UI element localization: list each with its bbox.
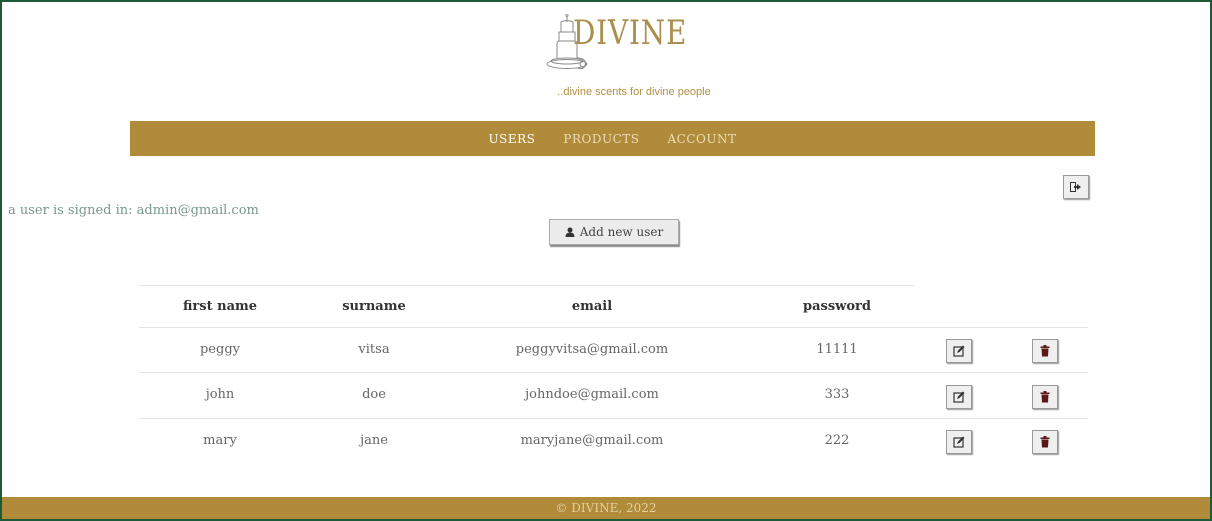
edit-user-button[interactable] — [946, 385, 972, 409]
header-password: password — [803, 299, 871, 314]
cell-email: maryjane@gmail.com — [520, 433, 664, 448]
cell-email: peggyvitsa@gmail.com — [515, 342, 669, 357]
add-user-label: Add new user — [579, 225, 664, 239]
row-divider — [139, 372, 1088, 373]
footer-copyright: © DIVINE, 2022 — [555, 501, 657, 515]
nav-item-users[interactable]: USERS — [489, 132, 536, 146]
cell-surname: doe — [362, 387, 386, 402]
cell-password: 222 — [824, 433, 850, 448]
delete-user-button[interactable] — [1032, 430, 1058, 454]
table-top-border — [139, 285, 914, 286]
edit-user-button[interactable] — [946, 430, 972, 454]
cell-first-name: john — [205, 387, 235, 402]
delete-user-button[interactable] — [1032, 339, 1058, 363]
delete-user-button[interactable] — [1032, 385, 1058, 409]
cell-first-name: mary — [203, 433, 237, 448]
trash-icon — [1040, 391, 1050, 403]
nav-item-products[interactable]: PRODUCTS — [563, 132, 639, 146]
edit-icon — [953, 345, 965, 357]
app-frame: DIVINE ..divine scents for divine people… — [0, 0, 1212, 521]
page-footer: © DIVINE, 2022 — [2, 497, 1210, 519]
cell-password: 11111 — [816, 342, 858, 357]
cell-surname: jane — [360, 433, 388, 448]
add-user-button[interactable]: Add new user — [549, 219, 679, 245]
cell-email: johndoe@gmail.com — [525, 387, 659, 402]
header-surname: surname — [342, 299, 406, 314]
trash-icon — [1040, 436, 1050, 448]
edit-icon — [953, 436, 965, 448]
cell-surname: vitsa — [358, 342, 390, 357]
header-email: email — [571, 299, 613, 314]
row-divider — [139, 418, 1088, 419]
brand-tagline: ..divine scents for divine people — [557, 86, 711, 98]
cell-first-name: peggy — [199, 342, 240, 357]
logout-button[interactable] — [1063, 175, 1089, 199]
nav-item-account[interactable]: ACCOUNT — [667, 132, 736, 146]
trash-icon — [1040, 345, 1050, 357]
edit-icon — [953, 391, 965, 403]
edit-user-button[interactable] — [946, 339, 972, 363]
main-nav: USERS PRODUCTS ACCOUNT — [130, 121, 1095, 156]
header-first-name: first name — [182, 299, 258, 314]
user-icon — [565, 227, 575, 237]
brand-name: DIVINE — [573, 13, 688, 53]
row-divider — [139, 327, 1088, 328]
signed-in-status: a user is signed in: admin@gmail.com — [8, 203, 259, 218]
cell-password: 333 — [824, 387, 850, 402]
sign-out-icon — [1070, 182, 1081, 192]
